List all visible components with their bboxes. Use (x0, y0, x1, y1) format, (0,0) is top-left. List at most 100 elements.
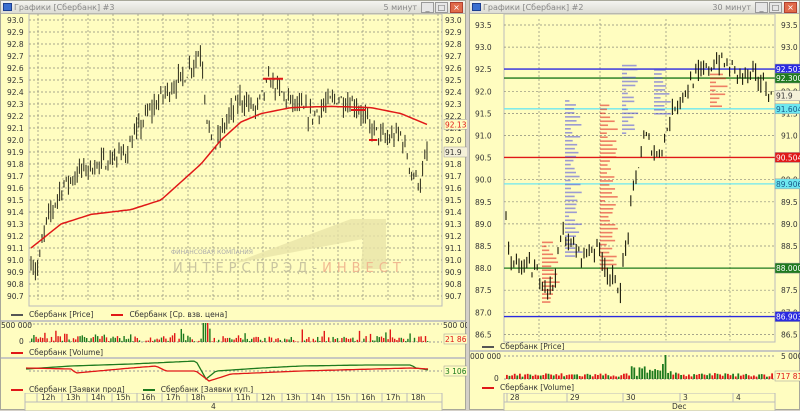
profile-tick (565, 192, 582, 194)
close-button[interactable]: × (450, 2, 463, 13)
volume-bar (35, 337, 36, 342)
price-level-badge: 91.604 (776, 105, 800, 114)
price-tick-left: 87.5 (475, 286, 492, 295)
volume-bar (748, 375, 750, 379)
title-bar[interactable]: Графики [Сбербанк] #2 30 минут _ □ × (470, 1, 799, 14)
time-axis[interactable]: 12h13h14h15h16h17h18h11h12h13h14h15h16h1… (1, 393, 467, 411)
volume-bar (568, 375, 570, 379)
profile-tick (654, 89, 665, 91)
time-label: 17h (386, 393, 401, 402)
volume-bar (631, 366, 633, 379)
price-level-badge: 89.906 (776, 180, 800, 189)
price-tick-left: 91.2 (7, 232, 24, 241)
volume-bar (139, 340, 140, 342)
volume-bar (119, 338, 120, 342)
time-label: 13h (286, 393, 301, 402)
volume-bar (99, 339, 100, 342)
profile-tick (565, 132, 572, 134)
volume-chart[interactable]: 000 00005 000717 81 (470, 352, 800, 382)
volume-bar (693, 374, 695, 379)
volume-bar (332, 337, 333, 342)
volume-bar (602, 375, 604, 379)
profile-tick (622, 120, 628, 122)
volume-bar (337, 338, 338, 342)
volume-bar (192, 339, 193, 342)
profile-tick (565, 255, 575, 257)
volume-bar (198, 341, 199, 342)
volume-bar (275, 339, 276, 342)
time-label: 18h (191, 393, 206, 402)
profile-tick (600, 228, 618, 230)
date-label: 30 (626, 393, 636, 402)
price-tick-right: 92.3 (445, 100, 462, 109)
price-tick-right: 90.9 (445, 268, 462, 277)
vwap-badge: 92.13 (445, 120, 467, 129)
maximize-button[interactable]: □ (435, 2, 448, 13)
volume-bar (40, 337, 41, 342)
volume-bar (607, 375, 609, 379)
volume-bar (678, 374, 680, 379)
volume-bar (53, 341, 54, 342)
profile-tick (710, 82, 716, 84)
volume-bar (185, 340, 186, 342)
profile-tick (710, 94, 725, 96)
profile-tick (622, 69, 637, 71)
volume-bar (77, 336, 78, 342)
profile-tick (542, 261, 558, 263)
volume-bar (121, 341, 122, 342)
price-chart[interactable]: 93.593.593.093.092.592.592.092.091.591.5… (470, 14, 800, 344)
volume-bar (233, 340, 234, 342)
profile-tick (565, 208, 576, 210)
date-label: 4 (736, 393, 741, 402)
volume-bar (761, 374, 763, 379)
volume-bar (38, 339, 39, 342)
volume-bar (231, 339, 232, 342)
maximize-button[interactable]: □ (769, 2, 782, 13)
volume-bar (258, 337, 259, 342)
profile-tick (710, 105, 722, 107)
volume-bar (398, 338, 399, 342)
title-bar[interactable]: Графики [Сбербанк] #3 5 минут _ □ × (1, 1, 465, 14)
volume-bar (766, 377, 768, 379)
volume-bar (654, 369, 656, 379)
volume-bar (60, 336, 61, 342)
price-chart[interactable]: 93.093.092.992.992.892.892.792.792.692.6… (1, 14, 467, 308)
volume-bar (229, 338, 230, 342)
volume-bar (264, 338, 265, 342)
volume-chart[interactable]: 500 0000500 00021 863 (1, 322, 467, 348)
profile-tick (565, 204, 576, 206)
profile-tick (654, 69, 666, 71)
profile-tick (622, 101, 634, 103)
price-tick-left: 90.5 (475, 154, 492, 163)
price-tick-left: 88.0 (475, 264, 492, 273)
minimize-button[interactable]: _ (755, 2, 768, 13)
minimize-button[interactable]: _ (421, 2, 434, 13)
volume-bar (295, 341, 296, 342)
close-button[interactable]: × (784, 2, 797, 13)
volume-bar (735, 376, 737, 379)
volume-bar (260, 340, 261, 342)
profile-tick (600, 240, 615, 242)
volume-bar (66, 334, 67, 342)
date-axis[interactable]: 28293034Dec (470, 393, 800, 411)
volume-bar (207, 323, 208, 342)
volume-bar (150, 337, 151, 342)
timeframe-label[interactable]: 5 минут (384, 1, 418, 14)
volume-bar (115, 338, 116, 342)
volume-bar (271, 338, 272, 342)
volume-bar (737, 373, 739, 379)
price-tick-right: 91.0 (781, 132, 798, 141)
price-tick-right: 91.0 (445, 256, 462, 265)
volume-bar (672, 375, 674, 379)
volume-bar (423, 341, 424, 342)
timeframe-label[interactable]: 30 минут (712, 1, 751, 14)
volume-bar (132, 341, 133, 342)
volume-bar (317, 337, 318, 342)
profile-tick (542, 250, 549, 252)
volume-bar (540, 376, 542, 379)
orders-chart[interactable]: 3 106 (1, 359, 467, 385)
volume-bar (670, 371, 672, 379)
volume-bar (724, 373, 726, 379)
volume-bar (253, 337, 254, 342)
legend-vwap: Сбербанк [Ср. взв. цена] (111, 310, 227, 319)
